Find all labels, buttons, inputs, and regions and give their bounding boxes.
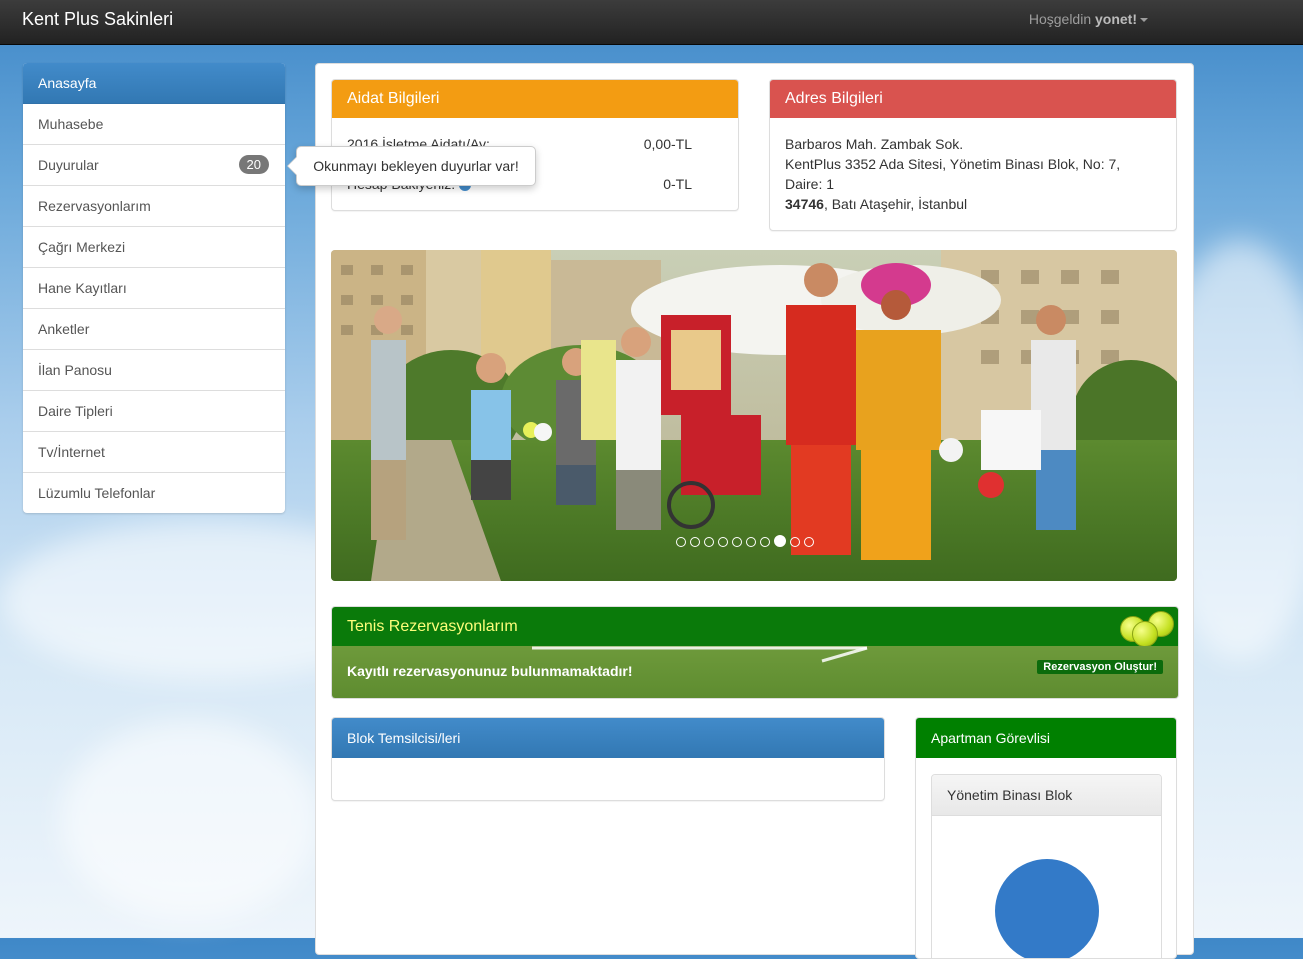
user-menu-dropdown[interactable]: Hoşgeldin yonet! [1029,11,1148,27]
no-reservation-message: Kayıtlı rezervasyonunuz bulunmamaktadır! [347,663,633,679]
sidebar-item-cagri-merkezi[interactable]: Çağrı Merkezi [23,227,285,268]
carousel-indicator[interactable] [804,537,814,547]
staff-card: Yönetim Binası Blok [931,774,1162,958]
sidebar-item-label: Lüzumlu Telefonlar [38,485,156,501]
greeting-text: Hoşgeldin [1028,11,1092,27]
adres-panel: Adres Bilgileri Barbaros Mah. Zambak Sok… [769,79,1177,231]
brand-link[interactable]: Kent Plus Sakinleri [22,9,173,30]
tennis-ball-icon [1132,621,1158,647]
sidebar-item-daire-tipleri[interactable]: Daire Tipleri [23,391,285,432]
sidebar-item-label: Hane Kayıtları [38,280,127,296]
panel-title: Aidat Bilgileri [332,80,738,118]
sidebar-item-muhasebe[interactable]: Muhasebe [23,104,285,145]
chevron-down-icon [1140,18,1148,23]
carousel-indicator[interactable] [746,537,756,547]
photo-carousel[interactable] [331,250,1177,581]
unread-announcements-tooltip: Okunmayı bekleyen duyurlar var! [287,146,536,186]
building-staff-panel: Apartman Görevlisi Yönetim Binası Blok [915,717,1177,959]
sidebar-item-label: Çağrı Merkezi [38,239,126,255]
sidebar-item-duyurular[interactable]: Duyurular 20 [23,145,285,186]
sidebar-item-anketler[interactable]: Anketler [23,309,285,350]
block-representative-panel: Blok Temsilcisi/leri [331,717,885,801]
address-line: Barbaros Mah. Zambak Sok. [785,136,964,152]
panel-title: Blok Temsilcisi/leri [332,718,884,758]
sidebar-item-label: Anketler [38,321,90,337]
avatar [995,859,1099,958]
carousel-indicator[interactable] [760,537,770,547]
staff-card-title: Yönetim Binası Blok [932,775,1161,816]
username: yonet! [1095,11,1137,27]
sidebar-item-tv-internet[interactable]: Tv/İnternet [23,432,285,473]
sidebar-item-label: Daire Tipleri [38,403,113,419]
sidebar-item-label: Anasayfa [38,75,97,91]
tennis-reservations-panel: Tenis Rezervasyonlarım Kayıtlı rezervasy… [331,606,1179,699]
carousel-indicator[interactable] [704,537,714,547]
carousel-indicator[interactable] [718,537,728,547]
sidebar-item-ilan-panosu[interactable]: İlan Panosu [23,350,285,391]
balance-value: 0-TL [663,176,692,192]
create-reservation-button[interactable]: Rezervasyon Oluştur! [1037,660,1163,674]
address-line: 34746, Batı Ataşehir, İstanbul [785,194,1120,214]
panel-header: Tenis Rezervasyonlarım [332,607,1178,647]
unread-count-badge: 20 [238,155,269,174]
aidat-value: 0,00-TL [643,136,692,152]
sidebar-item-hane-kayitlari[interactable]: Hane Kayıtları [23,268,285,309]
carousel-indicators [676,534,818,547]
sidebar-item-label: İlan Panosu [38,362,112,378]
panel-title: Tenis Rezervasyonlarım [347,618,518,635]
panel-title: Apartman Görevlisi [916,718,1176,758]
panel-body: Kayıtlı rezervasyonunuz bulunmamaktadır!… [332,646,1178,698]
address-city: , Batı Ataşehir, İstanbul [823,196,968,212]
address-line: Daire: 1 [785,176,835,192]
sidebar-item-anasayfa[interactable]: Anasayfa [23,63,285,104]
background-cloud [60,720,320,920]
carousel-indicator[interactable] [690,537,700,547]
sidebar-item-rezervasyonlarim[interactable]: Rezervasyonlarım [23,186,285,227]
address-block: Barbaros Mah. Zambak Sok. KentPlus 3352 … [785,134,1120,214]
top-navbar: Kent Plus Sakinleri Hoşgeldin yonet! [0,0,1303,45]
aidat-panel: Aidat Bilgileri 2016 İşletme Aidatı/Ay: … [331,79,739,211]
carousel-indicator[interactable] [790,537,800,547]
sidebar-item-label: Muhasebe [38,116,104,132]
carousel-indicator-active[interactable] [774,535,786,547]
sidebar-item-label: Tv/İnternet [38,444,105,460]
panel-title: Adres Bilgileri [770,80,1176,118]
postal-code: 34746 [785,196,824,212]
sidebar-item-label: Duyurular [38,157,99,173]
carousel-indicator[interactable] [676,537,686,547]
carousel-indicator[interactable] [732,537,742,547]
sidebar-item-luzumlu-telefonlar[interactable]: Lüzumlu Telefonlar [23,473,285,513]
sidebar-menu: Anasayfa Muhasebe Duyurular 20 Rezervasyo… [23,63,285,513]
sidebar-item-label: Rezervasyonlarım [38,198,151,214]
address-line: KentPlus 3352 Ada Sitesi, Yönetim Binası… [785,156,1121,172]
carousel-slide-image [331,250,1177,581]
